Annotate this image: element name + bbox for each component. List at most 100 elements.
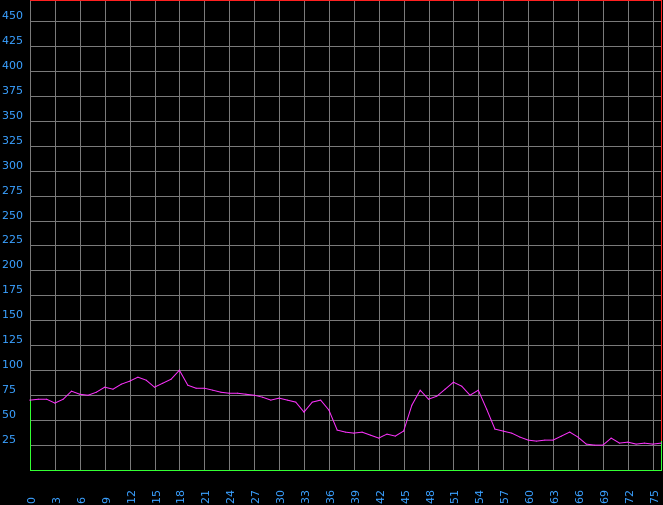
series-point (328, 409, 330, 411)
series-point (112, 388, 114, 390)
series-point (320, 399, 322, 401)
series-point (95, 391, 97, 393)
series-point (212, 389, 214, 391)
y-tick-label: 275 (2, 184, 23, 197)
y-tick-label: 325 (2, 134, 23, 147)
x-tick-label: 42 (374, 490, 387, 504)
series-point (87, 394, 89, 396)
x-tick-label: 69 (598, 490, 611, 504)
series-point (153, 386, 156, 388)
y-tick-label: 375 (2, 84, 23, 97)
series-point (535, 440, 538, 442)
y-tick-label: 425 (2, 34, 23, 47)
x-tick-label: 6 (75, 497, 88, 504)
x-tick-label: 57 (498, 490, 511, 504)
x-tick-label: 27 (249, 490, 262, 504)
y-tick-label: 125 (2, 333, 23, 346)
x-tick-label: 72 (623, 490, 636, 504)
series-point (278, 397, 280, 399)
y-tick-label: 25 (2, 433, 16, 446)
series-point (577, 436, 579, 438)
x-tick-label: 51 (448, 490, 461, 504)
series-point (237, 392, 239, 394)
series-point (494, 428, 496, 430)
series-point (129, 380, 131, 382)
series-point (386, 433, 388, 435)
series-point (145, 379, 147, 381)
series-point (336, 429, 338, 431)
y-tick-label: 50 (2, 408, 16, 421)
series-point (245, 393, 247, 395)
series-point (469, 394, 471, 396)
series-point (137, 376, 139, 378)
series-point (569, 431, 571, 433)
series-point (461, 385, 463, 387)
y-tick-label: 400 (2, 59, 23, 72)
line-chart: 2550751001251501752002252502753003253503… (0, 0, 663, 505)
series-point (62, 398, 64, 400)
x-tick-label: 45 (399, 490, 412, 504)
series-point (560, 435, 563, 437)
x-tick-label: 0 (25, 497, 38, 504)
series-point (643, 442, 646, 444)
series-point (361, 431, 363, 433)
y-tick-label: 200 (2, 258, 23, 271)
series-point (261, 396, 264, 398)
series-point (353, 432, 355, 434)
series-point (660, 442, 662, 444)
x-tick-label: 15 (150, 490, 163, 504)
x-tick-label: 54 (473, 490, 486, 504)
y-tick-label: 225 (2, 233, 23, 246)
series-point (594, 444, 596, 446)
series-point (104, 386, 106, 388)
series-point (502, 430, 504, 432)
y-tick-label: 100 (2, 358, 23, 371)
series-point (436, 395, 438, 397)
series-point (344, 431, 347, 433)
series-point (602, 444, 604, 446)
y-tick-label: 450 (2, 9, 23, 22)
series-point (427, 398, 430, 400)
series-point (228, 392, 230, 394)
y-tick-label: 300 (2, 159, 23, 172)
series-point (195, 387, 197, 389)
series-point (627, 441, 629, 443)
series-point (635, 443, 637, 445)
series-point (295, 401, 297, 403)
series-point (253, 394, 255, 396)
x-tick-label: 12 (125, 490, 138, 504)
x-tick-label: 63 (548, 490, 561, 504)
series-point (378, 437, 380, 439)
y-tick-label: 75 (2, 383, 16, 396)
series-point (652, 443, 654, 445)
series-point (403, 430, 405, 432)
series-point (369, 434, 371, 436)
series-point (79, 393, 81, 395)
series-point (419, 389, 421, 391)
series-point (29, 399, 31, 401)
series-point (452, 381, 454, 383)
x-tick-label: 39 (349, 490, 362, 504)
series-point (178, 369, 180, 371)
series-point (54, 402, 56, 404)
series-point (270, 399, 272, 401)
y-tick-label: 150 (2, 308, 23, 321)
x-tick-label: 21 (199, 490, 212, 504)
y-tick-label: 250 (2, 209, 23, 222)
series-point (170, 378, 172, 380)
series-point (311, 401, 313, 403)
series-point (411, 404, 413, 406)
x-tick-label: 60 (523, 490, 536, 504)
x-tick-label: 18 (174, 490, 187, 504)
x-tick-label: 66 (573, 490, 586, 504)
y-tick-label: 350 (2, 109, 23, 122)
series-point (220, 391, 222, 393)
x-tick-label: 24 (224, 490, 237, 504)
x-tick-label: 33 (299, 490, 312, 504)
series-point (162, 382, 164, 384)
series-point (519, 436, 521, 438)
series-point (444, 388, 446, 390)
series-point (610, 437, 612, 439)
series-point (511, 432, 513, 434)
series-point (486, 408, 488, 410)
